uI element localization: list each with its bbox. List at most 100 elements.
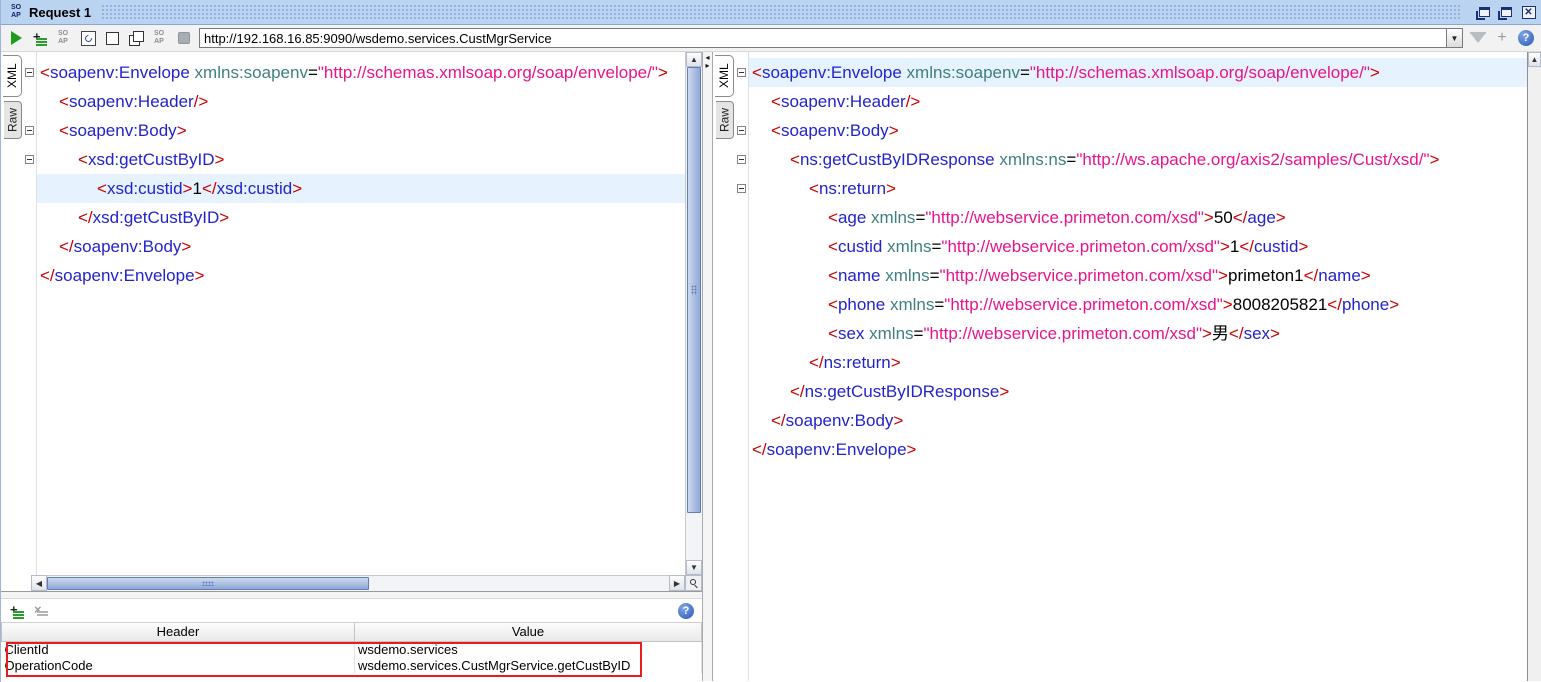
hscroll-spacer — [1, 575, 31, 591]
table-row[interactable]: OperationCodewsdemo.services.CustMgrServ… — [2, 657, 702, 673]
remove-header-button[interactable]: × — [33, 603, 49, 619]
response-xml-content[interactable]: <soapenv:Envelope xmlns:soapenv="http://… — [749, 52, 1527, 681]
scroll-left-icon[interactable]: ◀ — [31, 575, 47, 591]
close-icon[interactable]: ✕ — [1520, 5, 1537, 20]
magnifier-icon — [690, 579, 698, 587]
tab-xml-response[interactable]: XML — [715, 55, 734, 97]
xml-line[interactable]: <name xmlns="http://webservice.primeton.… — [749, 261, 1527, 290]
xml-line[interactable]: </xsd:getCustByID> — [37, 203, 685, 232]
play-icon — [11, 31, 22, 45]
xml-line[interactable]: <soapenv:Header/> — [37, 87, 685, 116]
xml-line[interactable]: </soapenv:Envelope> — [749, 435, 1527, 464]
request-tab-strip: XML Raw — [1, 52, 22, 575]
xml-line[interactable]: <soapenv:Body> — [749, 116, 1527, 145]
help-button[interactable]: ? — [1517, 29, 1535, 47]
fold-marker-icon[interactable] — [737, 68, 746, 77]
request-horizontal-scrollbar[interactable]: ◀ ▶ — [1, 575, 702, 591]
add-to-testcase-button[interactable]: + — [31, 29, 49, 47]
add-header-button[interactable]: + — [9, 603, 25, 619]
splitter-collapse-icons[interactable]: ◂ ▸ — [703, 54, 712, 70]
empty-square-icon — [106, 32, 119, 45]
xml-line[interactable]: <phone xmlns="http://webservice.primeton… — [749, 290, 1527, 319]
ws-addressing-button[interactable] — [1469, 29, 1487, 47]
request-hscroll-thumb[interactable] — [47, 577, 369, 590]
request-editor: XML Raw <soapenv:Envelope xmlns:soapenv=… — [1, 52, 702, 575]
request-vscroll-thumb[interactable] — [687, 67, 701, 513]
help-icon: ? — [1518, 30, 1534, 46]
request-hscroll-track[interactable] — [47, 575, 669, 591]
request-vertical-scrollbar[interactable]: ▲ ▼ — [685, 52, 702, 575]
xml-line[interactable]: <sex xmlns="http://webservice.primeton.c… — [749, 319, 1527, 348]
soap-gray-icon: SOAP — [57, 30, 69, 46]
fold-marker-icon[interactable] — [737, 184, 746, 193]
xml-line[interactable]: <soapenv:Envelope xmlns:soapenv="http://… — [37, 58, 685, 87]
create-empty-button[interactable] — [103, 29, 121, 47]
chevron-down-icon: ▼ — [1451, 34, 1459, 43]
headers-table: Header Value ClientIdwsdemo.servicesOper… — [1, 623, 702, 673]
unfloat-icon[interactable] — [1476, 5, 1493, 20]
request-pane: XML Raw <soapenv:Envelope xmlns:soapenv=… — [1, 52, 702, 681]
xml-line[interactable]: <soapenv:Body> — [37, 116, 685, 145]
scroll-down-icon[interactable]: ▼ — [686, 560, 702, 575]
column-header[interactable]: Header — [2, 623, 355, 641]
xml-line[interactable]: <ns:return> — [749, 174, 1527, 203]
magnifier-button[interactable] — [685, 575, 702, 591]
xml-line[interactable]: </soapenv:Body> — [37, 232, 685, 261]
request-window: SOAP Request 1 ✕ + SOAP SOAP ▼ + ? — [0, 0, 1541, 682]
column-value[interactable]: Value — [355, 623, 702, 641]
pane-splitter[interactable]: ◂ ▸ — [702, 52, 713, 681]
response-vertical-scrollbar[interactable]: ▲ — [1527, 52, 1541, 681]
headers-help-icon[interactable]: ? — [678, 603, 694, 619]
collapse-right-icon[interactable]: ▸ — [703, 62, 712, 70]
recreate-request-button[interactable] — [79, 29, 97, 47]
scroll-right-icon[interactable]: ▶ — [669, 575, 685, 591]
tab-xml-request[interactable]: XML — [3, 55, 22, 97]
xml-line[interactable]: <custid xmlns="http://webservice.primeto… — [749, 232, 1527, 261]
fold-marker-icon[interactable] — [25, 126, 34, 135]
scroll-up-icon[interactable]: ▲ — [686, 52, 702, 67]
scroll-up-icon[interactable]: ▲ — [1528, 52, 1541, 67]
header-cell[interactable]: OperationCode — [2, 657, 355, 673]
xml-line[interactable]: <xsd:getCustByID> — [37, 145, 685, 174]
response-vscroll-track[interactable] — [1528, 67, 1541, 681]
xml-line[interactable]: <soapenv:Envelope xmlns:soapenv="http://… — [749, 58, 1527, 87]
titlebar-pattern — [101, 4, 1461, 21]
fold-marker-icon[interactable] — [737, 155, 746, 164]
cancel-request-button[interactable] — [175, 29, 193, 47]
clone-request-button[interactable] — [127, 29, 145, 47]
xml-line[interactable]: </ns:return> — [749, 348, 1527, 377]
endpoint-input[interactable] — [199, 28, 1446, 48]
xml-line[interactable]: <ns:getCustByIDResponse xmlns:ns="http:/… — [749, 145, 1527, 174]
xml-line[interactable]: </ns:getCustByIDResponse> — [749, 377, 1527, 406]
response-fold-gutter — [734, 52, 749, 681]
editor-headers-separator — [1, 591, 702, 599]
request-xml-content[interactable]: <soapenv:Envelope xmlns:soapenv="http://… — [37, 52, 685, 575]
fold-marker-icon[interactable] — [25, 68, 34, 77]
add-endpoint-button[interactable]: + — [1493, 29, 1511, 47]
xml-line[interactable]: <xsd:custid>1</xsd:custid> — [37, 174, 685, 203]
request-vscroll-track[interactable] — [686, 67, 702, 560]
soap-gray-button[interactable]: SOAP — [55, 29, 73, 47]
title-bar: SOAP Request 1 ✕ — [1, 0, 1541, 25]
header-cell[interactable]: ClientId — [2, 641, 355, 657]
soap-icon: SOAP — [7, 4, 25, 20]
response-pane: XML Raw <soapenv:Envelope xmlns:soapenv=… — [713, 52, 1541, 681]
xml-line[interactable]: <age xmlns="http://webservice.primeton.c… — [749, 203, 1527, 232]
submit-request-button[interactable] — [7, 29, 25, 47]
main-split: XML Raw <soapenv:Envelope xmlns:soapenv=… — [1, 52, 1541, 681]
xml-line[interactable]: </soapenv:Body> — [749, 406, 1527, 435]
table-row[interactable]: ClientIdwsdemo.services — [2, 641, 702, 657]
tab-raw-request[interactable]: Raw — [4, 101, 22, 139]
xml-line[interactable]: <soapenv:Header/> — [749, 87, 1527, 116]
value-cell[interactable]: wsdemo.services — [355, 641, 702, 657]
value-cell[interactable]: wsdemo.services.CustMgrService.getCustBy… — [355, 657, 702, 673]
endpoint-combo: ▼ — [199, 28, 1463, 48]
undock-icon[interactable] — [1498, 5, 1515, 20]
fold-marker-icon[interactable] — [737, 126, 746, 135]
soap-gray-button-2[interactable]: SOAP — [151, 29, 169, 47]
response-tab-strip: XML Raw — [713, 52, 734, 681]
tab-raw-response[interactable]: Raw — [716, 101, 734, 139]
fold-marker-icon[interactable] — [25, 155, 34, 164]
xml-line[interactable]: </soapenv:Envelope> — [37, 261, 685, 290]
endpoint-dropdown-button[interactable]: ▼ — [1446, 28, 1463, 48]
